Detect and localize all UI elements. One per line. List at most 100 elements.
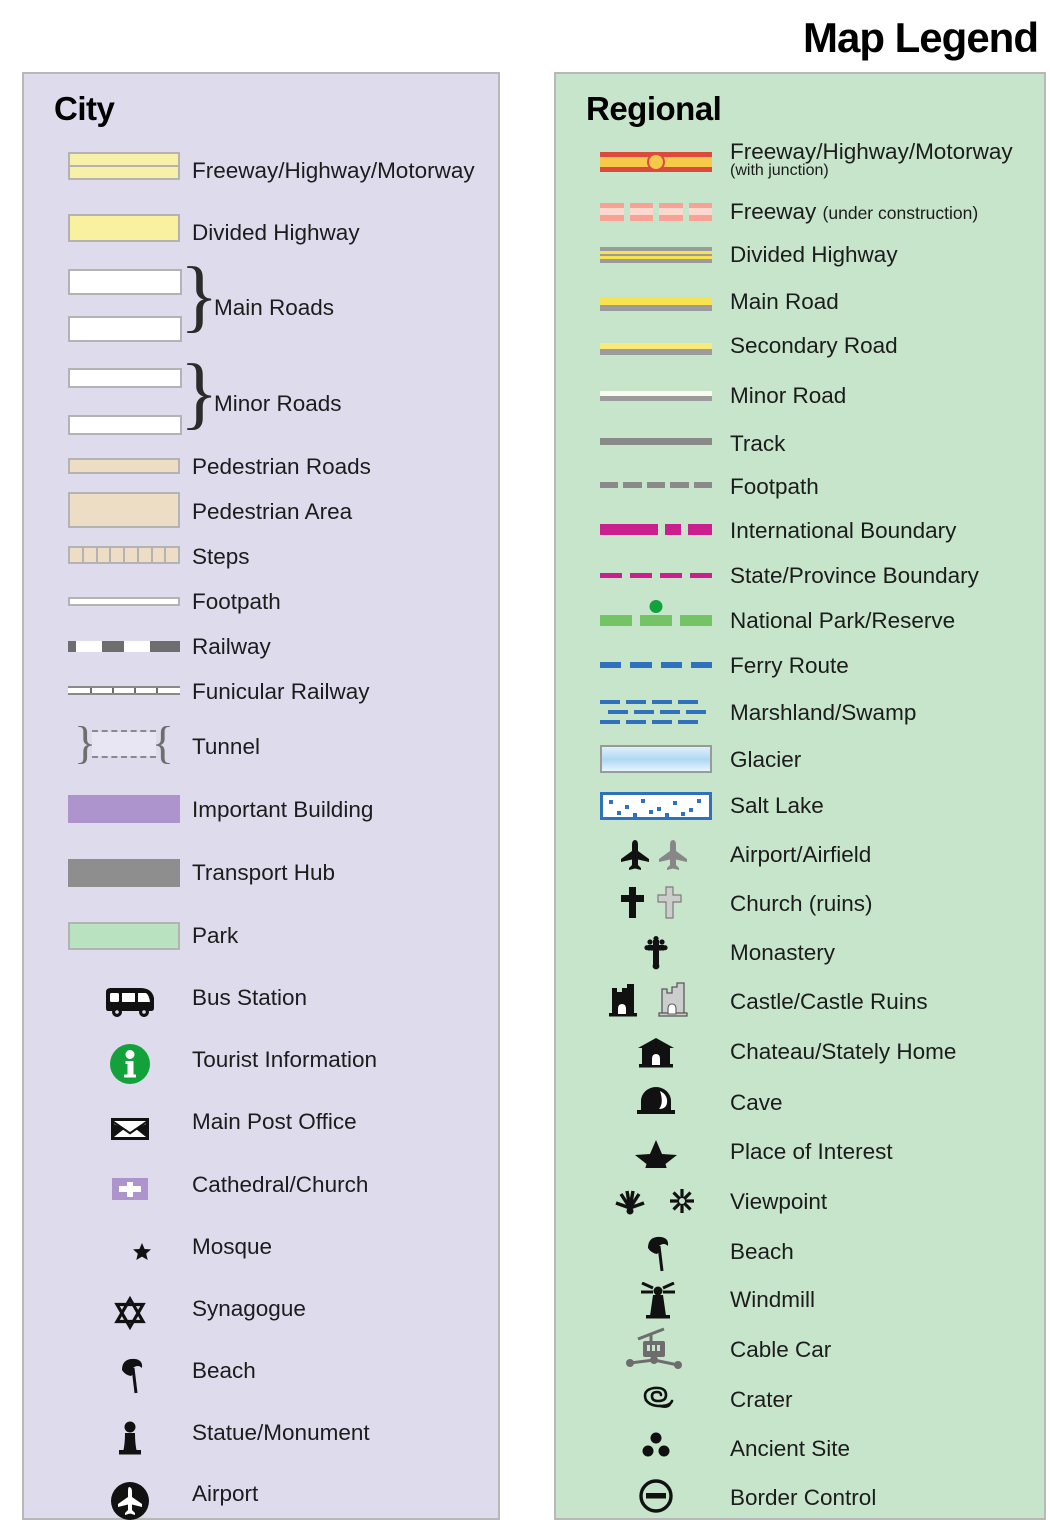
synagogue-icon bbox=[102, 1296, 158, 1330]
legend-symbol-track bbox=[600, 438, 712, 445]
cathedral-icon bbox=[102, 1174, 158, 1204]
city-item-label-7: Footpath bbox=[192, 589, 281, 614]
beach-umbrella-icon bbox=[600, 1232, 712, 1272]
legend-symbol-secondary-road bbox=[600, 340, 712, 355]
information-icon bbox=[102, 1042, 158, 1086]
cross-icons bbox=[600, 886, 712, 920]
regional-item-label-1: Freeway (under construction) bbox=[730, 200, 978, 224]
regional-item-label-23: Beach bbox=[730, 1239, 794, 1264]
regional-item-label-5: Minor Road bbox=[730, 383, 847, 408]
regional-label-sub-0: (with junction) bbox=[730, 161, 829, 179]
main-roads-brace: } bbox=[180, 252, 219, 340]
legend-symbol-ferry-route bbox=[600, 662, 712, 668]
regional-item-label-28: Border Control bbox=[730, 1485, 877, 1510]
legend-symbol-regional-main-road bbox=[600, 294, 712, 311]
monastery-cross-icon bbox=[600, 936, 712, 970]
city-item-label-14: Bus Station bbox=[192, 985, 308, 1010]
statue-icon bbox=[102, 1419, 158, 1459]
regional-label-text-0: Freeway/Highway/Motorway bbox=[730, 139, 1013, 164]
city-item-label-15: Tourist Information bbox=[192, 1047, 378, 1072]
page-title: Map Legend bbox=[802, 14, 1039, 61]
regional-item-label-2: Divided Highway bbox=[730, 242, 898, 267]
city-item-label-6: Steps bbox=[192, 544, 250, 569]
legend-symbol-footpath bbox=[68, 597, 180, 606]
regional-label-text-1: Freeway bbox=[730, 199, 817, 224]
legend-symbol-minor-road-b bbox=[68, 415, 182, 435]
legend-symbol-divided-highway bbox=[68, 214, 180, 242]
legend-symbol-international-boundary bbox=[600, 524, 712, 535]
city-item-label-17: Cathedral/Church bbox=[192, 1172, 369, 1197]
city-item-label-8: Railway bbox=[192, 634, 271, 659]
city-item-label-20: Beach bbox=[192, 1358, 256, 1383]
regional-item-label-27: Ancient Site bbox=[730, 1436, 851, 1461]
city-item-label-11: Important Building bbox=[192, 797, 374, 822]
regional-item-label-20: Cave bbox=[730, 1090, 783, 1115]
city-item-label-9: Funicular Railway bbox=[192, 679, 370, 704]
border-control-icon bbox=[600, 1478, 712, 1516]
castle-icons bbox=[600, 980, 712, 1020]
city-item-label-0: Freeway/Highway/Motorway bbox=[192, 158, 475, 183]
city-panel-heading: City bbox=[54, 90, 115, 127]
bus-icon bbox=[102, 986, 158, 1018]
city-item-label-12: Transport Hub bbox=[192, 860, 335, 885]
legend-symbol-salt-lake bbox=[600, 792, 712, 820]
regional-item-label-22: Viewpoint bbox=[730, 1189, 828, 1214]
legend-symbol-regional-minor-road bbox=[600, 388, 712, 401]
legend-symbol-state-boundary bbox=[600, 573, 712, 578]
regional-item-label-25: Cable Car bbox=[730, 1337, 832, 1362]
legend-symbol-freeway-junction bbox=[600, 152, 712, 172]
legend-symbol-transport-hub bbox=[68, 859, 180, 887]
legend-symbol-pedestrian-road bbox=[68, 458, 180, 474]
legend-symbol-funicular-railway bbox=[68, 686, 180, 695]
legend-symbol-railway bbox=[68, 641, 180, 652]
city-item-label-16: Main Post Office bbox=[192, 1109, 357, 1134]
legend-symbol-freeway bbox=[68, 152, 180, 180]
regional-item-label-16: Church (ruins) bbox=[730, 891, 873, 916]
windmill-icon bbox=[600, 1282, 712, 1322]
regional-item-label-8: International Boundary bbox=[730, 518, 957, 543]
crater-icon bbox=[600, 1382, 712, 1416]
cable-car-icon bbox=[600, 1325, 712, 1373]
airport-circle-icon bbox=[102, 1479, 158, 1523]
city-item-label-1: Divided Highway bbox=[192, 220, 360, 245]
airplane-icons bbox=[600, 838, 712, 872]
regional-item-label-10: National Park/Reserve bbox=[730, 608, 956, 633]
chateau-icon bbox=[600, 1036, 712, 1070]
regional-item-label-26: Crater bbox=[730, 1387, 793, 1412]
legend-symbol-national-park bbox=[600, 600, 712, 626]
envelope-icon bbox=[102, 1112, 158, 1144]
legend-symbol-regional-divided-highway bbox=[600, 247, 712, 263]
legend-symbol-pedestrian-area bbox=[68, 492, 180, 528]
ancient-site-icon bbox=[600, 1430, 712, 1462]
legend-symbol-important-building bbox=[68, 795, 180, 823]
regional-item-label-12: Marshland/Swamp bbox=[730, 700, 917, 725]
regional-item-label-14: Salt Lake bbox=[730, 793, 824, 818]
regional-item-label-19: Chateau/Stately Home bbox=[730, 1039, 957, 1064]
regional-item-label-7: Footpath bbox=[730, 474, 819, 499]
regional-item-label-17: Monastery bbox=[730, 940, 836, 965]
regional-item-label-0: Freeway/Highway/Motorway (with junction) bbox=[730, 140, 1013, 179]
legend-symbol-main-road-b bbox=[68, 316, 182, 342]
legend-symbol-freeway-under-construction bbox=[600, 203, 712, 221]
beach-umbrella-icon bbox=[102, 1356, 158, 1396]
city-item-label-18: Mosque bbox=[192, 1234, 273, 1259]
city-item-label-21: Statue/Monument bbox=[192, 1420, 370, 1445]
regional-item-label-15: Airport/Airfield bbox=[730, 842, 872, 867]
regional-item-label-6: Track bbox=[730, 431, 786, 456]
city-item-label-3: Minor Roads bbox=[214, 391, 342, 416]
city-item-label-22: Airport bbox=[192, 1481, 259, 1506]
legend-symbol-marshland bbox=[600, 698, 712, 728]
legend-symbol-main-road-a bbox=[68, 269, 182, 295]
legend-symbol-steps bbox=[68, 546, 180, 564]
viewpoint-icons bbox=[600, 1185, 712, 1221]
regional-item-label-24: Windmill bbox=[730, 1287, 816, 1312]
regional-item-label-18: Castle/Castle Ruins bbox=[730, 989, 928, 1014]
regional-label-inline-1: (under construction) bbox=[822, 203, 979, 223]
legend-symbol-park bbox=[68, 922, 180, 950]
legend-symbol-regional-footpath bbox=[600, 482, 713, 488]
regional-item-label-9: State/Province Boundary bbox=[730, 563, 979, 588]
cave-icon bbox=[600, 1085, 712, 1119]
city-item-label-19: Synagogue bbox=[192, 1296, 306, 1321]
city-item-label-10: Tunnel bbox=[192, 734, 260, 759]
legend-symbol-glacier bbox=[600, 745, 712, 773]
